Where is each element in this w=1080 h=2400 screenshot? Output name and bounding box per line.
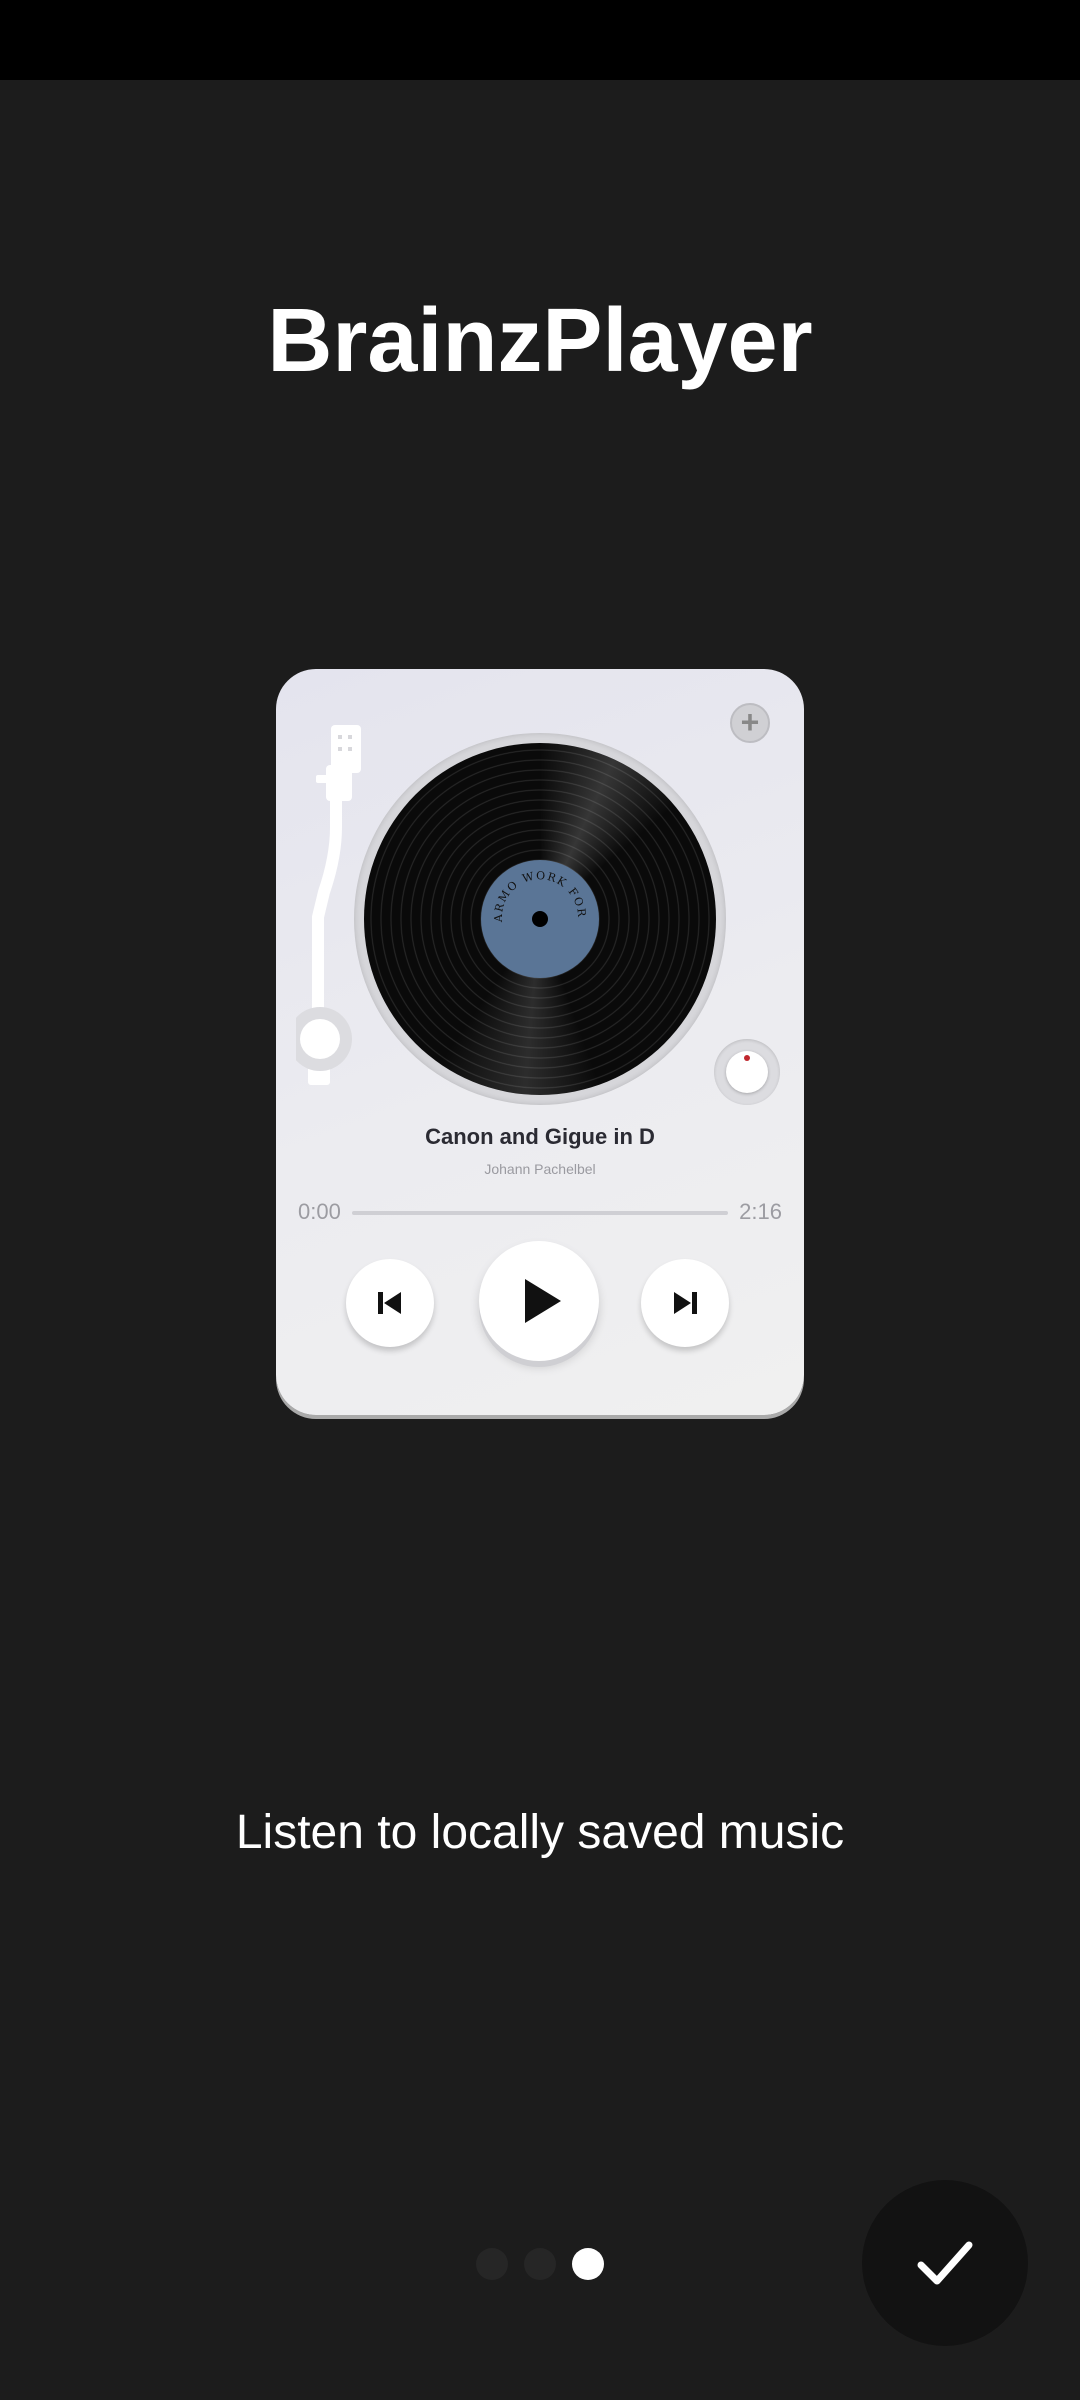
skip-next-button [641, 1259, 729, 1347]
turntable-platter: ARMO WORK FOR LOTTIE [354, 733, 726, 1105]
progress-bar [352, 1211, 728, 1215]
onboarding-subtitle: Listen to locally saved music [235, 1806, 845, 1859]
skip-next-icon [674, 1292, 697, 1314]
time-total: 2:16 [739, 1199, 782, 1224]
app-title: BrainzPlayer [267, 291, 813, 391]
done-button[interactable] [862, 2180, 1028, 2346]
time-elapsed: 0:00 [298, 1199, 341, 1224]
vinyl-record: ARMO WORK FOR LOTTIE [364, 743, 716, 1095]
volume-knob-cap [726, 1051, 768, 1093]
player-card-illustration: + ARMO WORK FOR LOTTIE [276, 669, 804, 1415]
check-icon [917, 2241, 973, 2285]
page-dot-1 [476, 2248, 508, 2280]
skip-previous-button [346, 1259, 434, 1347]
play-icon [525, 1279, 561, 1323]
track-title: Canon and Gigue in D [425, 1124, 655, 1149]
record-label: ARMO WORK FOR LOTTIE [481, 860, 599, 978]
volume-knob-indicator [744, 1055, 750, 1061]
page-dot-2 [524, 2248, 556, 2280]
page-dot-3 [572, 2248, 604, 2280]
play-button [479, 1241, 599, 1361]
track-artist: Johann Pachelbel [484, 1161, 596, 1177]
plus-icon: + [730, 703, 770, 743]
page-indicator [476, 2248, 604, 2280]
skip-previous-icon [378, 1292, 401, 1314]
tonearm [296, 725, 361, 1085]
record-spindle [532, 911, 548, 927]
volume-knob [714, 1039, 780, 1105]
status-bar [0, 0, 1080, 80]
